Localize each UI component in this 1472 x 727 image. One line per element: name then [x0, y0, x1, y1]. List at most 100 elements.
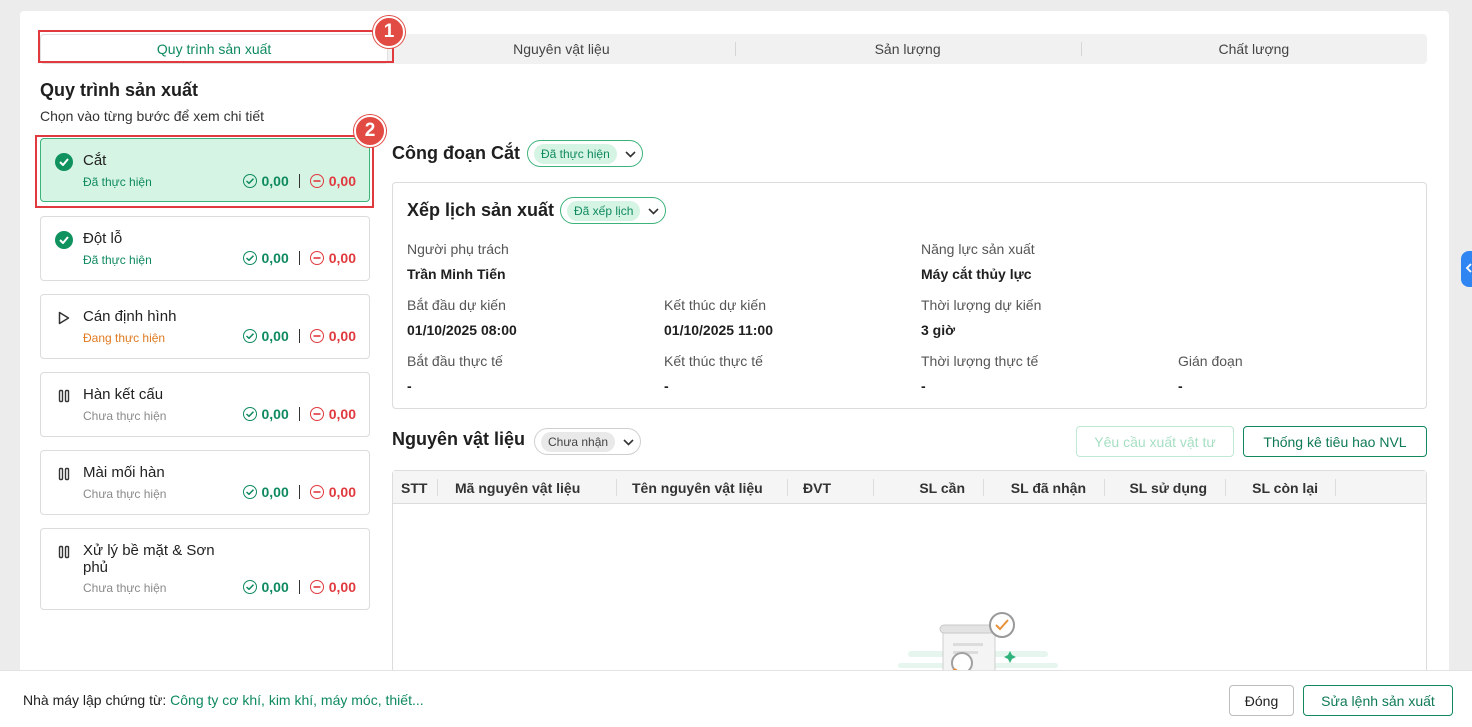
edit-order-button[interactable]: Sửa lệnh sản xuất: [1303, 685, 1453, 716]
defect-count: 0,00: [328, 579, 356, 595]
step-status: Đã thực hiện: [83, 253, 152, 267]
capacity-label: Năng lực sản xuất: [921, 241, 1035, 257]
side-panel-toggle[interactable]: [1461, 251, 1472, 287]
check-circle-outline-icon: [242, 251, 257, 265]
minus-circle-icon: [309, 329, 324, 343]
minus-circle-icon: [309, 580, 324, 594]
column-header: ĐVT: [803, 479, 831, 496]
owner-label: Người phụ trách: [407, 241, 509, 257]
column-header: SL còn lại: [1252, 479, 1318, 496]
step-name: Hàn kết cấu: [83, 386, 164, 403]
step-status: Chưa thực hiện: [83, 487, 167, 501]
factory-label: Nhà máy lập chứng từ:: [23, 692, 167, 708]
interrupt-value: -: [1178, 378, 1183, 394]
factory-value[interactable]: Công ty cơ khí, kim khí, máy móc, thiết.…: [170, 692, 423, 708]
main-card: Quy trình sản xuất Nguyên vật liệu Sản l…: [20, 11, 1449, 711]
chevron-down-icon: [648, 202, 659, 220]
chevron-down-icon: [623, 433, 634, 451]
good-count: 0,00: [261, 250, 289, 266]
schedule-title: Xếp lịch sản xuất: [407, 200, 555, 220]
pause-icon: [55, 387, 73, 405]
owner-value: Trần Minh Tiến: [407, 266, 506, 282]
step-counts: 0,00 0,00: [242, 406, 356, 422]
step-status: Chưa thực hiện: [83, 581, 167, 595]
column-header: SL cần: [919, 479, 965, 496]
process-title: Quy trình sản xuất: [40, 80, 199, 100]
schedule-status-dropdown[interactable]: Đã xếp lịch: [560, 197, 667, 224]
material-stats-button[interactable]: Thống kê tiêu hao NVL: [1243, 426, 1427, 457]
actual-end-value: -: [664, 378, 669, 394]
check-circle-outline-icon: [242, 407, 257, 421]
chevron-down-icon: [625, 145, 636, 163]
step-counts: 0,00 0,00: [242, 484, 356, 500]
stage-title: Công đoạn Cắt: [392, 143, 520, 163]
tab-quality[interactable]: Chất lượng: [1080, 34, 1427, 64]
plan-duration-label: Thời lượng dự kiến: [921, 297, 1042, 313]
interrupt-label: Gián đoạn: [1178, 353, 1243, 369]
step-mai-moi-han[interactable]: Mài mối hàn Chưa thực hiện 0,00 0,00: [40, 450, 370, 515]
capacity-value: Máy cắt thủy lực: [921, 266, 1032, 282]
request-materials-button[interactable]: Yêu cầu xuất vật tư: [1076, 426, 1234, 457]
materials-status-dropdown[interactable]: Chưa nhận: [534, 428, 642, 455]
good-count: 0,00: [261, 328, 289, 344]
plan-start-value: 01/10/2025 08:00: [407, 322, 517, 338]
materials-status: Chưa nhận: [541, 431, 616, 452]
actual-end-label: Kết thúc thực tế: [664, 353, 763, 369]
materials-title: Nguyên vật liệu: [392, 429, 526, 449]
good-count: 0,00: [261, 484, 289, 500]
check-circle-icon: [55, 231, 73, 249]
good-count: 0,00: [261, 406, 289, 422]
check-circle-outline-icon: [242, 485, 257, 499]
stage-status-dropdown[interactable]: Đã thực hiện: [527, 140, 643, 167]
plan-start-label: Bắt đầu dự kiến: [407, 297, 506, 313]
defect-count: 0,00: [328, 250, 356, 266]
play-icon: [55, 309, 73, 327]
stage-status: Đã thực hiện: [534, 143, 617, 164]
minus-circle-icon: [309, 407, 324, 421]
factory-info: Nhà máy lập chứng từ: Công ty cơ khí, ki…: [23, 692, 424, 708]
process-subtitle: Chọn vào từng bước để xem chi tiết: [40, 108, 265, 124]
minus-circle-icon: [309, 251, 324, 265]
plan-duration-value: 3 giờ: [921, 322, 956, 338]
table-header: STT Mã nguyên vật liệu Tên nguyên vật li…: [393, 471, 1426, 504]
check-circle-outline-icon: [242, 580, 257, 594]
defect-count: 0,00: [328, 484, 356, 500]
actual-start-label: Bắt đầu thực tế: [407, 353, 503, 369]
step-han-ket-cau[interactable]: Hàn kết cấu Chưa thực hiện 0,00 0,00: [40, 372, 370, 437]
step-status: Đang thực hiện: [83, 331, 166, 345]
step-name: Cán định hình: [83, 308, 177, 325]
step-counts: 0,00 0,00: [242, 250, 356, 266]
actual-duration-value: -: [921, 378, 926, 394]
pause-icon: [55, 465, 73, 483]
step-can-dinh-hinh[interactable]: Cán định hình Đang thực hiện 0,00 0,00: [40, 294, 370, 359]
callout-badge-1: 1: [373, 16, 405, 48]
column-header: SL sử dụng: [1129, 479, 1207, 496]
step-counts: 0,00 0,00: [242, 328, 356, 344]
check-circle-outline-icon: [242, 329, 257, 343]
footer-bar: Nhà máy lập chứng từ: Công ty cơ khí, ki…: [0, 670, 1472, 727]
step-dot-lo[interactable]: Đột lỗ Đã thực hiện 0,00 0,00: [40, 216, 370, 281]
column-header: Mã nguyên vật liệu: [455, 479, 581, 496]
highlight-box-2: [35, 135, 374, 208]
tab-materials[interactable]: Nguyên vật liệu: [388, 34, 734, 64]
minus-circle-icon: [309, 485, 324, 499]
schedule-panel: Xếp lịch sản xuất Đã xếp lịch Người phụ …: [392, 182, 1427, 409]
column-header: Tên nguyên vật liệu: [632, 479, 763, 496]
column-header: SL đã nhận: [1010, 479, 1086, 496]
step-name: Đột lỗ: [83, 230, 123, 247]
pause-icon: [55, 543, 73, 561]
callout-badge-2: 2: [354, 115, 386, 147]
actual-start-value: -: [407, 378, 412, 394]
defect-count: 0,00: [328, 406, 356, 422]
step-status: Chưa thực hiện: [83, 409, 167, 423]
actual-duration-label: Thời lượng thực tế: [921, 353, 1039, 369]
tab-output[interactable]: Sản lượng: [734, 34, 1081, 64]
plan-end-value: 01/10/2025 11:00: [664, 322, 773, 338]
step-xu-ly-be-mat[interactable]: Xử lý bề mặt & Sơn phủ Chưa thực hiện 0,…: [40, 528, 370, 610]
step-counts: 0,00 0,00: [242, 579, 356, 595]
schedule-status: Đã xếp lịch: [567, 200, 641, 221]
step-name: Xử lý bề mặt & Sơn phủ: [83, 542, 215, 576]
highlight-box-1: [38, 30, 394, 63]
plan-end-label: Kết thúc dự kiến: [664, 297, 766, 313]
close-button[interactable]: Đóng: [1229, 685, 1294, 716]
